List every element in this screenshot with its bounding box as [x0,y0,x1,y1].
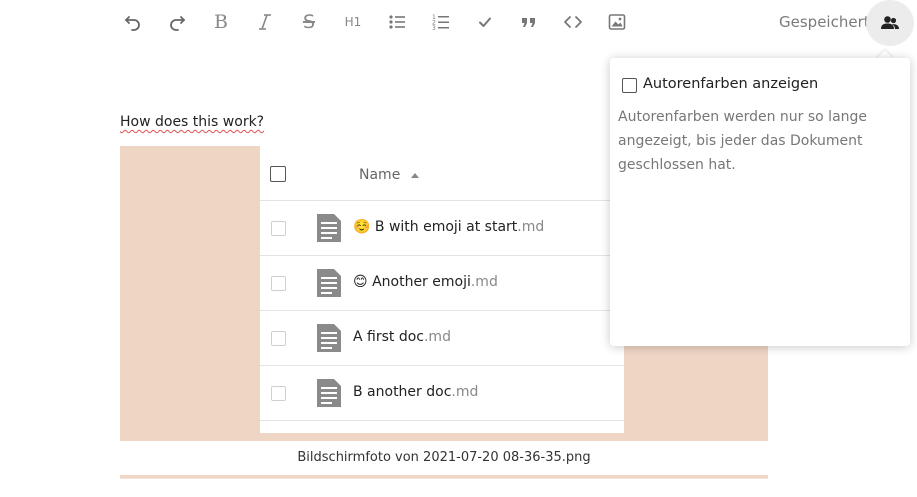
row-checkbox [271,221,286,236]
checklist-icon [479,17,491,27]
file-row: 😊 Another emoji.md [260,256,624,311]
document-icon [317,379,341,407]
file-list-screenshot: Name ☺️ B with emoji at start.md 😊 Anoth… [260,146,624,433]
column-header-name: Name [359,167,401,183]
strikethrough-button[interactable]: S [293,6,325,38]
image-caption: Bildschirmfoto von 2021-07-20 08-36-35.p… [297,450,591,465]
image-caption-bar: Bildschirmfoto von 2021-07-20 08-36-35.p… [120,441,768,478]
numbered-list-icon: 1 2 3 [432,14,449,32]
italic-button[interactable] [249,6,281,38]
file-name: 😊 Another emoji.md [353,274,498,290]
italic-icon [259,14,271,30]
image-icon [608,14,626,30]
numbered-list-button[interactable]: 1 2 3 [425,6,457,38]
bullet-list-icon [389,15,405,29]
sort-ascending-icon [411,173,419,178]
document-icon [317,324,341,352]
row-checkbox [271,331,286,346]
session-popover: Autorenfarben anzeigen Autorenfarben wer… [610,58,910,346]
file-name: A first doc.md [353,329,451,345]
document-icon [317,214,341,242]
session-list-button[interactable] [866,0,914,46]
row-checkbox [271,276,286,291]
author-colors-label[interactable]: Autorenfarben anzeigen [643,76,818,92]
users-icon [881,16,899,29]
heading-button[interactable]: H1 [337,6,369,38]
file-name: B another doc.md [353,384,479,400]
code-icon [564,16,582,28]
bold-button[interactable]: B [205,6,237,38]
editor-toolbar: B S H1 1 2 3 Gespeichert [0,0,917,46]
file-row: ☺️ B with emoji at start.md [260,201,624,256]
file-row: B another doc.md [260,366,624,421]
code-button[interactable] [557,6,589,38]
insert-image-button[interactable] [601,6,633,38]
file-list-header: Name [260,146,624,201]
blockquote-button[interactable] [513,6,545,38]
undo-icon [125,16,140,31]
redo-icon [170,16,185,31]
file-name: ☺️ B with emoji at start.md [353,219,545,235]
file-emoji: 😊 [353,274,368,290]
file-row: A first doc.md [260,311,624,366]
strikethrough-icon: S [302,11,316,33]
bold-icon: B [214,11,228,33]
author-colors-description: Autorenfarben werden nur so lange angeze… [618,109,868,173]
select-all-checkbox [270,166,286,182]
help-link[interactable]: How does this work? [120,114,264,130]
save-status: Gespeichert [779,13,870,31]
redo-button[interactable] [161,6,193,38]
bullet-list-button[interactable] [381,6,413,38]
blockquote-icon [522,18,535,27]
undo-button[interactable] [117,6,149,38]
row-checkbox [271,386,286,401]
checklist-button[interactable] [469,6,501,38]
author-colors-checkbox[interactable] [622,78,637,93]
heading-icon: H1 [344,15,362,29]
svg-text:3: 3 [432,25,436,32]
document-icon [317,269,341,297]
file-emoji: ☺️ [353,219,371,235]
